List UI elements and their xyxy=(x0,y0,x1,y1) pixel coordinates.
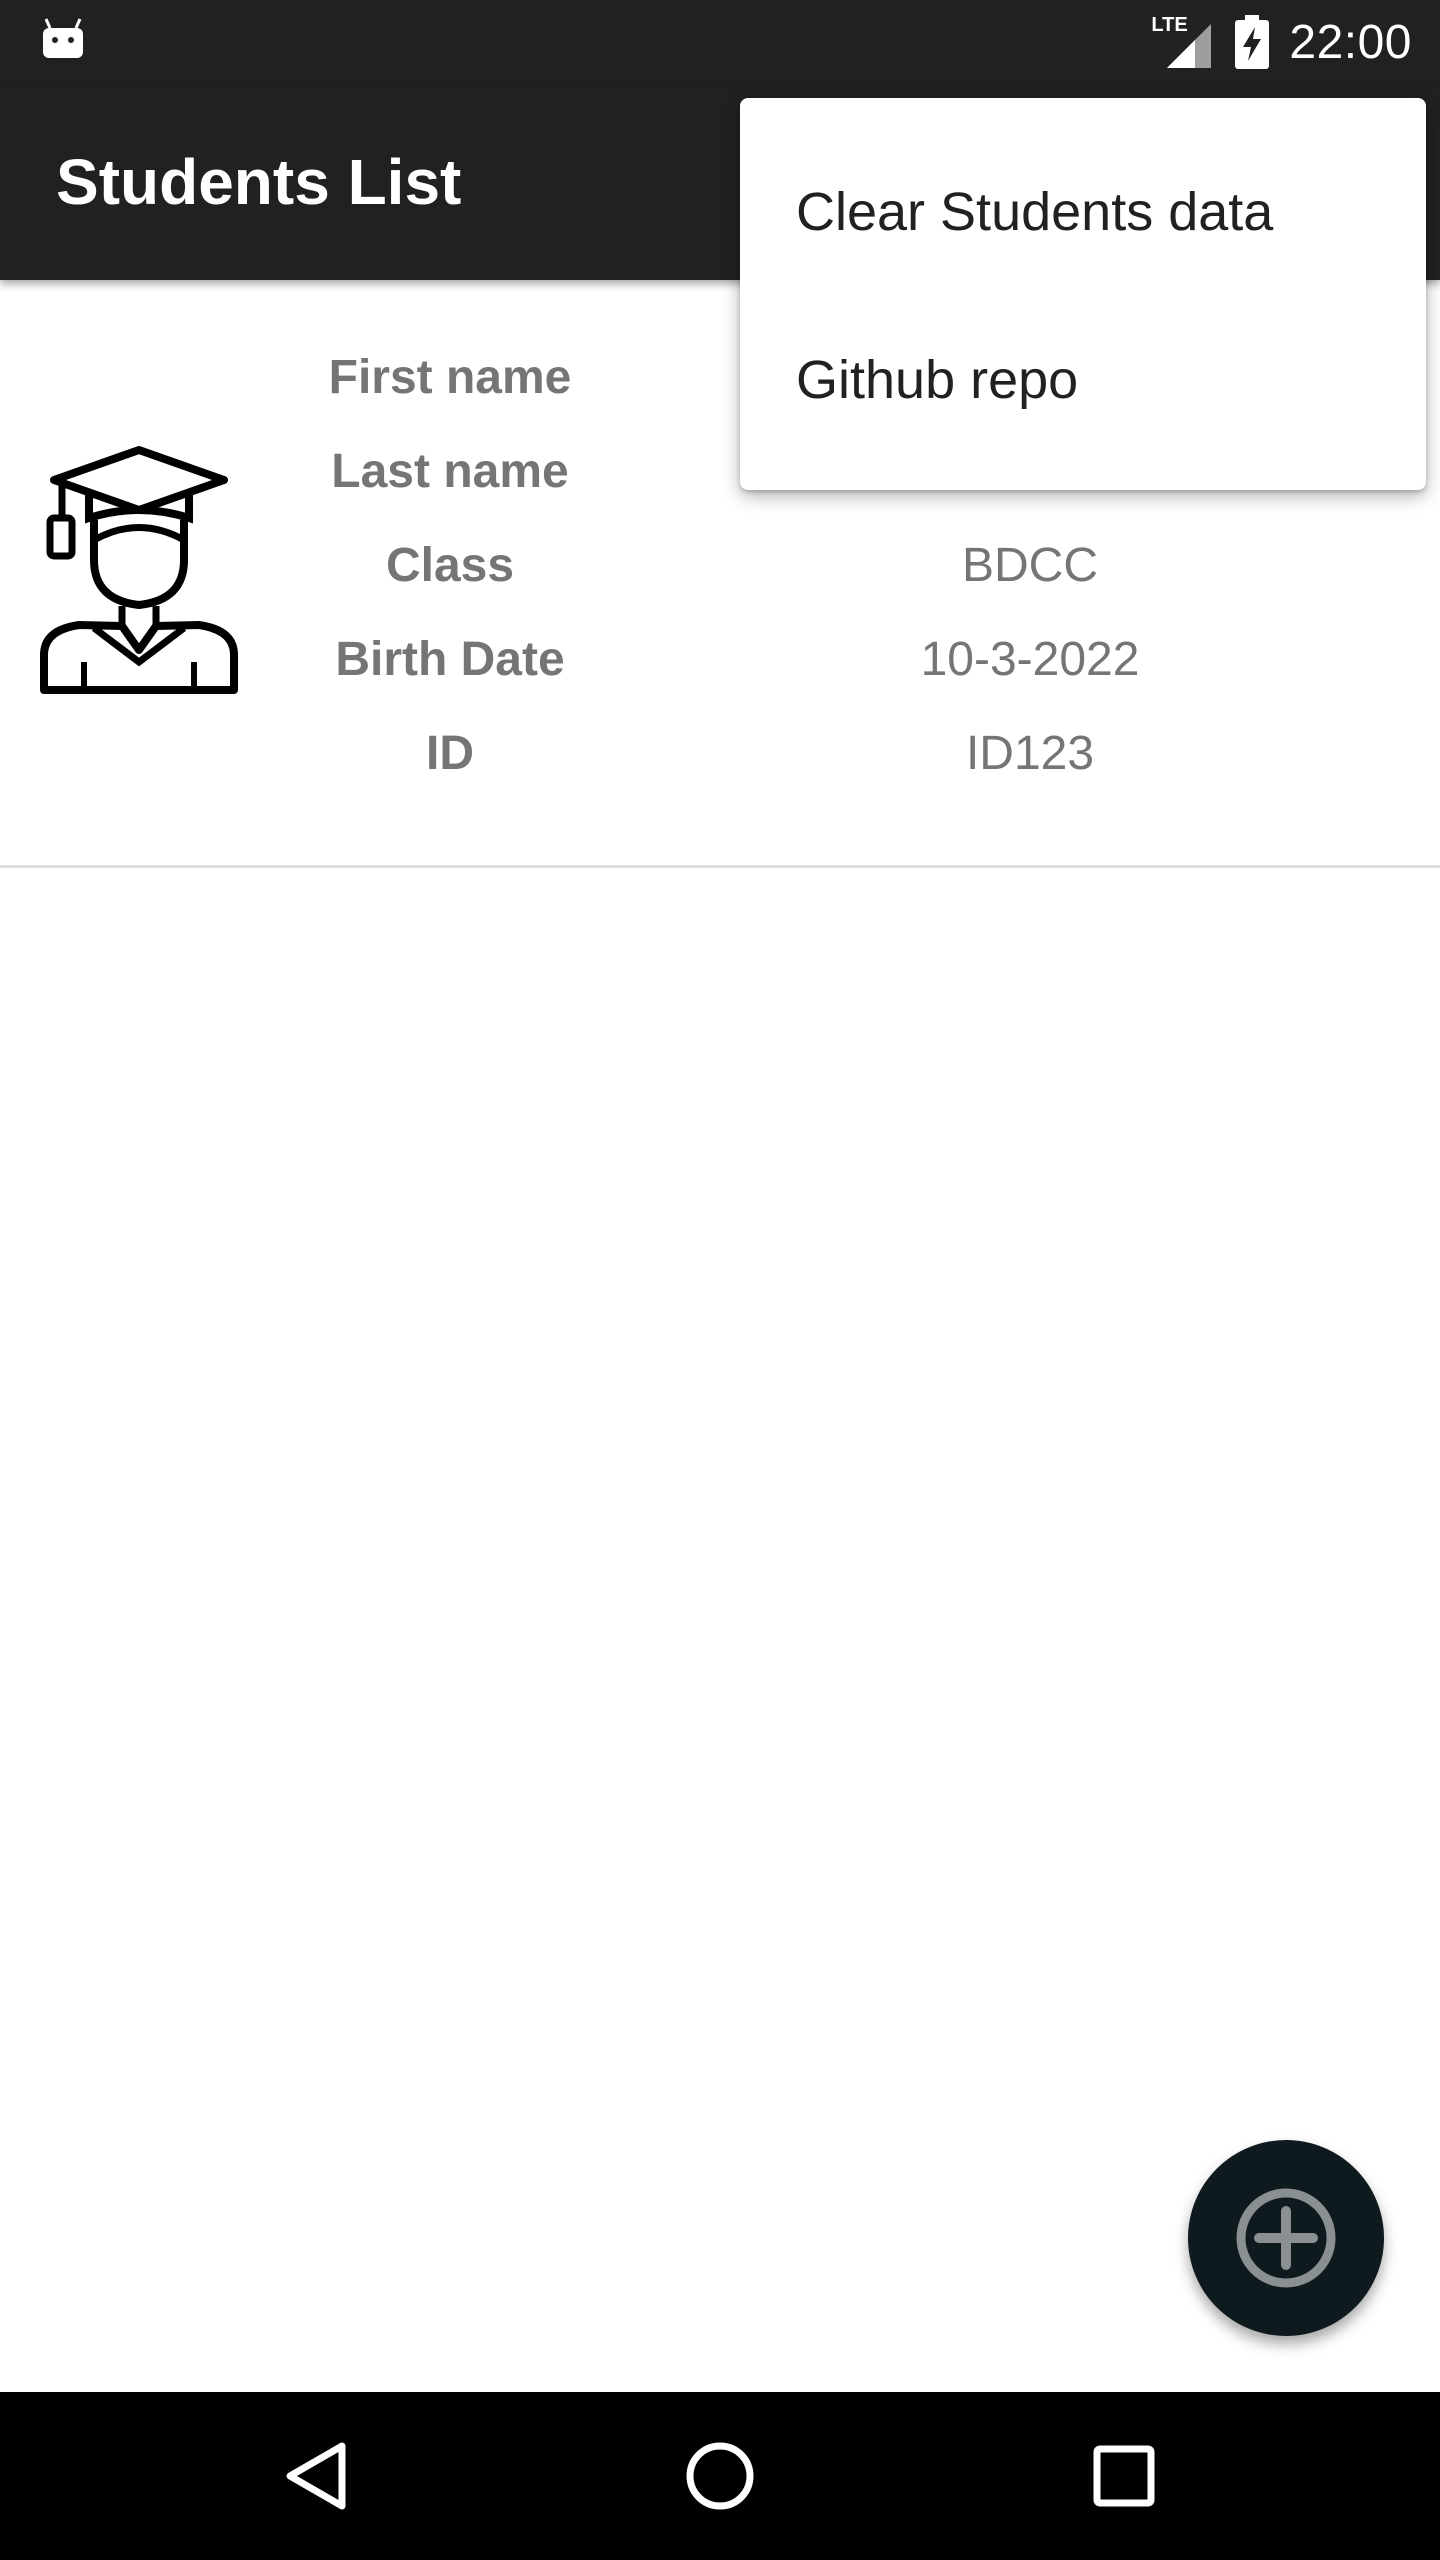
add-student-button[interactable] xyxy=(1188,2140,1384,2336)
field-label: ID xyxy=(426,727,474,780)
field-id: ID ID123 xyxy=(0,707,1440,801)
field-value: ID123 xyxy=(965,727,1095,780)
recents-button[interactable] xyxy=(1054,2392,1194,2560)
back-icon xyxy=(286,2442,346,2510)
page-title: Students List xyxy=(56,146,462,218)
status-bar: LTE 22:00 xyxy=(0,0,1440,84)
field-label: Class xyxy=(385,539,515,592)
overflow-menu: Clear Students data Github repo xyxy=(740,98,1426,490)
battery-charging-icon xyxy=(1235,15,1270,69)
home-icon xyxy=(686,2442,754,2510)
home-button[interactable] xyxy=(650,2392,790,2560)
recents-icon xyxy=(1093,2445,1155,2507)
field-value: BDCC xyxy=(961,539,1098,592)
lte-signal-icon: LTE xyxy=(1151,14,1215,70)
field-birth-date: Birth Date 10-3-2022 xyxy=(0,613,1440,707)
field-label: First name xyxy=(328,351,572,404)
field-label: Birth Date xyxy=(335,633,565,686)
field-class: Class BDCC xyxy=(0,519,1440,613)
menu-item-clear-students-data[interactable]: Clear Students data xyxy=(740,128,1426,296)
navigation-bar xyxy=(0,2392,1440,2560)
field-value: 10-3-2022 xyxy=(920,633,1140,686)
status-indicators: LTE 22:00 xyxy=(1151,0,1412,84)
field-label: Last name xyxy=(331,445,569,498)
back-button[interactable] xyxy=(246,2392,386,2560)
add-circle-icon xyxy=(1236,2188,1336,2288)
status-time: 22:00 xyxy=(1289,15,1412,69)
menu-item-github-repo[interactable]: Github repo xyxy=(740,296,1426,464)
android-notification-icon xyxy=(40,16,86,62)
